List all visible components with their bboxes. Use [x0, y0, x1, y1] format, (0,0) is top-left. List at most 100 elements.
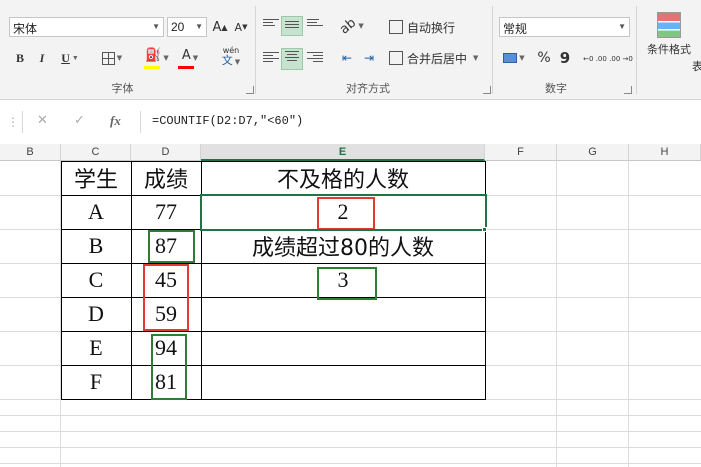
font-name-combo[interactable]: 宋体 ▼ [9, 17, 164, 37]
text-orientation-icon: ab [337, 15, 360, 37]
decrease-decimal-button[interactable]: .00 →0 [609, 46, 633, 72]
increase-indent-button[interactable]: ⇥ [360, 48, 378, 68]
chevron-down-icon: ▼ [234, 58, 241, 66]
student-cell[interactable]: B [61, 229, 131, 263]
highlight-box-scores-below-60 [143, 264, 189, 331]
font-group-label: 字体 [111, 82, 134, 95]
column-header-g[interactable]: G [557, 144, 629, 161]
format-as-table-label: 表 [692, 60, 701, 73]
align-top-icon[interactable] [263, 19, 279, 33]
column-header-e[interactable]: E [201, 144, 485, 161]
chevron-down-icon: ▼ [152, 22, 160, 31]
merge-center-button[interactable]: 合并后居中 ▼ [389, 48, 489, 68]
font-name-value: 宋体 [13, 22, 38, 36]
fill-color-button[interactable]: ⛽ ▼ [142, 46, 172, 70]
align-middle-icon [285, 20, 299, 32]
fill-color-bar [144, 66, 160, 69]
comma-style-icon: 9 [559, 49, 571, 67]
accounting-format-button[interactable]: ▼ [499, 48, 529, 68]
merge-center-label: 合并后居中 [407, 51, 468, 66]
percent-icon: % [537, 50, 551, 66]
student-cell[interactable]: E [61, 331, 131, 365]
conditional-format-label: 条件格式 [647, 43, 691, 56]
chevron-down-icon: ▼ [358, 22, 364, 30]
column-header-h[interactable]: H [629, 144, 701, 161]
align-left-icon[interactable] [263, 52, 279, 66]
student-cell[interactable]: D [61, 297, 131, 331]
student-cell[interactable]: A [61, 195, 131, 229]
chevron-down-icon: ▼ [192, 54, 199, 62]
align-bottom-icon[interactable] [307, 19, 323, 33]
formula-input[interactable]: =COUNTIF(D2:D7,"<60") [152, 112, 692, 132]
student-cell[interactable]: F [61, 365, 131, 399]
number-format-combo[interactable]: 常规 ▼ [499, 17, 630, 37]
currency-icon [503, 53, 518, 63]
bold-button[interactable]: B [11, 48, 29, 68]
ribbon: 宋体 ▼ 20 ▼ A ▲ A ▼ B I U ▼ ▼ ⛽ ▼ A ▼ wén 文 ▼ 字体 [0, 0, 701, 100]
active-cell-selection[interactable] [200, 194, 487, 231]
enter-icon[interactable]: ✓ [74, 113, 85, 128]
increase-indent-icon: ⇥ [363, 51, 375, 65]
align-center-button[interactable] [281, 48, 303, 70]
wrap-text-button[interactable]: 自动换行 [389, 17, 461, 37]
font-dialog-launcher[interactable] [246, 86, 254, 94]
over80-count-label[interactable]: 成绩超过80的人数 [201, 229, 485, 263]
insert-function-icon[interactable]: fx [110, 113, 121, 129]
font-color-button[interactable]: A ▼ [176, 46, 204, 70]
number-dialog-launcher[interactable] [624, 86, 632, 94]
decrease-decimal-icon: .00 →0 [609, 55, 633, 63]
percent-button[interactable]: % [535, 48, 553, 68]
column-header-b[interactable]: B [0, 144, 61, 161]
borders-icon [101, 51, 115, 65]
alignment-group-label: 对齐方式 [346, 82, 390, 95]
font-size-combo[interactable]: 20 ▼ [167, 17, 207, 37]
increase-decimal-button[interactable]: ←0 .00 [583, 46, 607, 72]
conditional-format-button[interactable]: 条件格式 [640, 10, 698, 70]
header-student[interactable]: 学生 [61, 161, 131, 195]
alignment-dialog-launcher[interactable] [483, 86, 491, 94]
align-center-icon [285, 51, 299, 67]
underline-button[interactable]: U ▼ [56, 48, 84, 68]
shrink-font-icon: A [234, 20, 243, 34]
wrap-text-label: 自动换行 [407, 20, 456, 35]
number-group-label: 数字 [545, 82, 567, 95]
fail-count-label[interactable]: 不及格的人数 [201, 161, 485, 195]
font-size-value: 20 [171, 20, 185, 34]
header-score[interactable]: 成绩 [131, 161, 201, 195]
worksheet-grid[interactable]: B C D E F G H 学生 成绩 不及格的人数 A B C D E F 7… [0, 144, 701, 467]
align-right-icon[interactable] [307, 52, 323, 66]
phonetic-icon: 文 [221, 54, 233, 67]
grow-font-button[interactable]: A ▲ [211, 17, 229, 37]
chevron-down-icon: ▼ [163, 54, 169, 62]
chevron-down-icon: ▼ [195, 22, 203, 31]
column-header-f[interactable]: F [485, 144, 557, 161]
italic-icon: I [39, 50, 45, 65]
shrink-font-button[interactable]: A ▼ [232, 17, 250, 37]
highlight-box-score-87 [148, 230, 195, 263]
fill-handle[interactable] [482, 227, 487, 232]
score-cell[interactable]: 77 [131, 195, 201, 229]
drag-handle-icon[interactable]: ⋮ [7, 115, 19, 129]
formula-bar: ⋮ ✕ ✓ fx =COUNTIF(D2:D7,"<60") [0, 107, 701, 137]
align-middle-button[interactable] [281, 16, 303, 36]
paint-bucket-icon: ⛽ [145, 47, 162, 63]
chevron-down-icon: ▼ [116, 54, 123, 62]
highlight-box-scores-94-81 [151, 334, 187, 400]
italic-button[interactable]: I [33, 48, 51, 68]
cancel-icon[interactable]: ✕ [37, 113, 48, 128]
student-cell[interactable]: C [61, 263, 131, 297]
decrease-indent-button[interactable]: ⇤ [338, 48, 356, 68]
comma-style-button[interactable]: 9 [556, 48, 574, 68]
borders-button[interactable]: ▼ [97, 48, 127, 68]
grow-font-icon: A [212, 19, 222, 35]
phonetic-button[interactable]: wén 文 ▼ [218, 46, 244, 70]
column-header-c[interactable]: C [61, 144, 131, 161]
chevron-down-icon: ▼ [71, 54, 79, 62]
increase-decimal-icon: ←0 .00 [583, 55, 607, 63]
decrease-indent-icon: ⇤ [341, 51, 353, 65]
font-color-icon: A [181, 47, 191, 63]
orientation-button[interactable]: ab ▼ [337, 15, 366, 37]
font-color-bar [178, 66, 194, 69]
bold-icon: B [15, 50, 24, 65]
column-header-d[interactable]: D [131, 144, 201, 161]
